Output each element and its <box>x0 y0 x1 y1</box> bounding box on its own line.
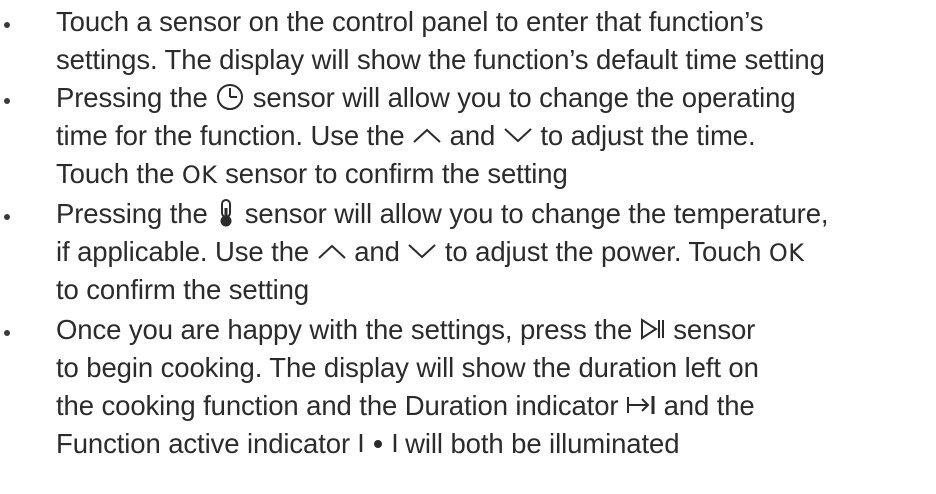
function-active-indicator-icon <box>358 431 398 455</box>
bullet-marker <box>4 330 10 336</box>
bullet-marker <box>4 22 10 28</box>
text-fragment: and the <box>663 390 755 421</box>
text-line: the cooking function and the Duration in… <box>56 386 755 426</box>
text-line: time for the function. Use the and to ad… <box>56 116 756 156</box>
ok-label: OK <box>768 239 805 267</box>
chevron-down-icon <box>407 242 437 260</box>
text-line: Once you are happy with the settings, pr… <box>56 310 755 350</box>
play-pause-icon <box>640 317 666 341</box>
text-line: to confirm the setting <box>56 274 310 305</box>
text-fragment: to adjust the time. <box>540 120 756 151</box>
chevron-up-icon <box>412 126 442 144</box>
text-fragment: Function active indicator <box>56 428 351 459</box>
text-fragment: if applicable. Use the <box>56 236 310 267</box>
bullet-marker <box>4 214 10 220</box>
ok-label: OK <box>181 161 218 189</box>
bullet-marker <box>4 98 10 104</box>
text-fragment: to adjust the power. Touch <box>444 236 762 267</box>
text-fragment: Pressing the <box>56 198 208 229</box>
text-fragment: Once you are happy with the settings, pr… <box>56 314 633 345</box>
text-fragment: sensor will allow you to change the temp… <box>244 198 829 229</box>
text-line: Pressing the sensor will allow you to ch… <box>56 78 796 118</box>
thermometer-icon <box>215 198 237 228</box>
chevron-up-icon <box>317 242 347 260</box>
text-fragment: the cooking function and the Duration in… <box>56 390 619 421</box>
text-line: settings. The display will show the func… <box>56 44 825 75</box>
text-fragment: sensor will allow you to change the oper… <box>252 82 796 113</box>
text-fragment: Touch the <box>56 158 175 189</box>
text-fragment: sensor to confirm the setting <box>225 158 568 189</box>
text-line: Touch the OK sensor to confirm the setti… <box>56 154 568 194</box>
text-line: if applicable. Use the and to adjust the… <box>56 232 804 272</box>
text-fragment: Pressing the <box>56 82 208 113</box>
text-fragment: and <box>354 236 400 267</box>
clock-icon <box>215 82 245 112</box>
instructions-document: Touch a sensor on the control panel to e… <box>0 0 936 494</box>
duration-indicator-icon <box>626 393 656 417</box>
chevron-down-icon <box>503 126 533 144</box>
text-fragment: sensor <box>673 314 756 345</box>
text-line: Function active indicator will both be i… <box>56 424 680 464</box>
text-line: Pressing the sensor will allow you to ch… <box>56 194 829 234</box>
text-fragment: will both be illuminated <box>405 428 680 459</box>
text-fragment: and <box>449 120 496 151</box>
text-fragment: time for the function. Use the <box>56 120 405 151</box>
text-line: Touch a sensor on the control panel to e… <box>56 6 764 37</box>
text-line: to begin cooking. The display will show … <box>56 352 759 383</box>
